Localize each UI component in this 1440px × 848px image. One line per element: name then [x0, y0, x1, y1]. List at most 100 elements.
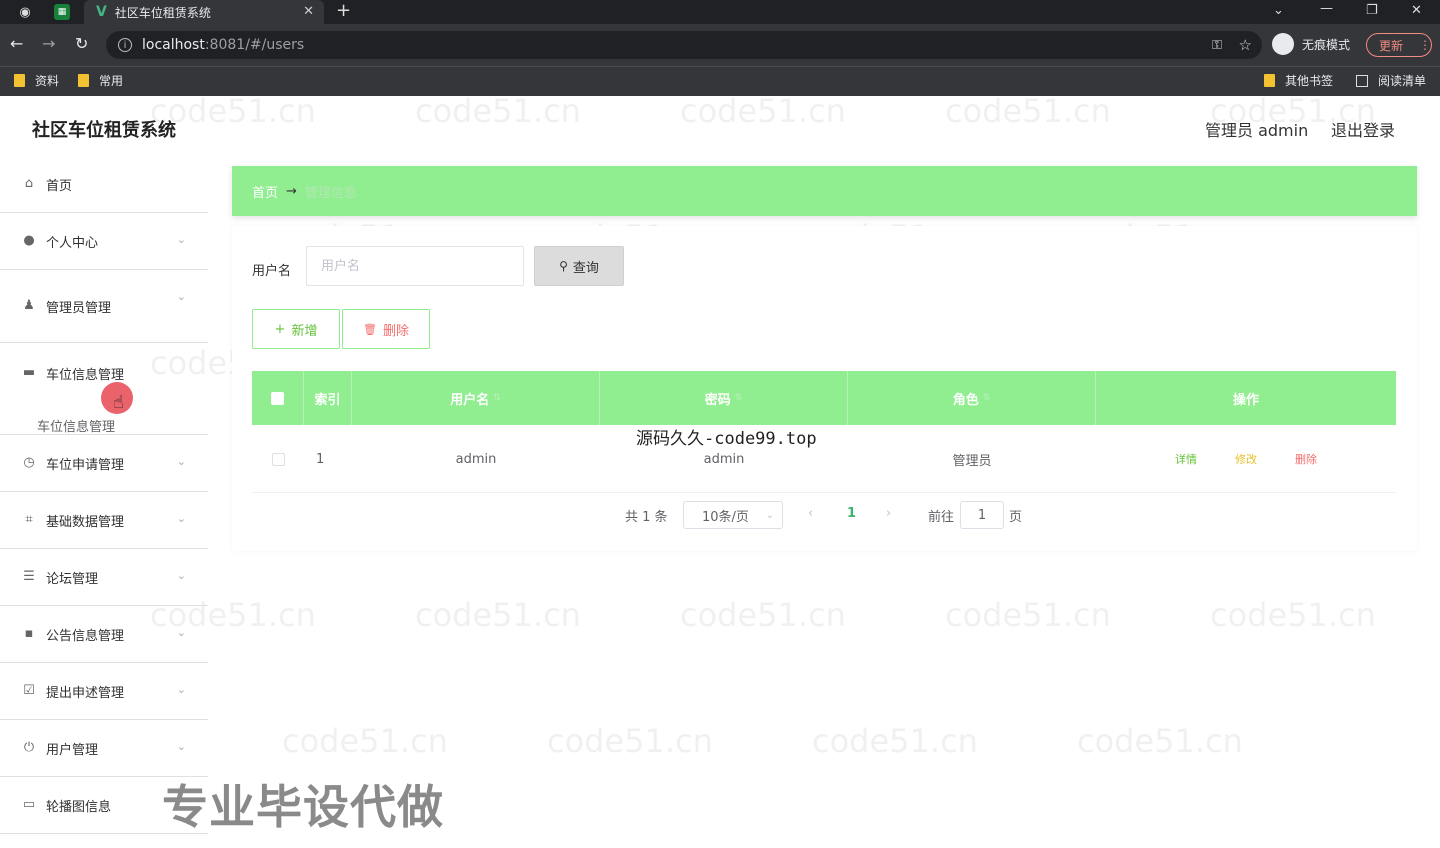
reload-icon[interactable]: ↻ — [75, 35, 88, 53]
carousel-icon: ▭ — [22, 797, 36, 812]
sidebar-item-apply[interactable]: ◷ 车位申请管理 ⌄ — [0, 435, 208, 492]
browser-tab-bar: ◉ ▦ V 社区车位租赁系统 ✕ + ⌄ — ❐ ✕ — [0, 0, 1440, 24]
search-button[interactable]: ⚲ 查询 — [534, 246, 624, 286]
sidebar-item-notice[interactable]: ▪ 公告信息管理 ⌄ — [0, 606, 208, 663]
column-header-role[interactable]: 角色 ⇅ — [848, 371, 1096, 425]
row-select[interactable] — [252, 425, 304, 493]
chevron-down-icon: ⌄ — [765, 509, 774, 521]
watermark-text: code51.cn — [945, 92, 1111, 130]
breadcrumb-home[interactable]: 首页 — [252, 182, 278, 201]
vue-logo-icon: V — [96, 4, 107, 20]
caption-big: 专业毕设代做 — [162, 780, 444, 834]
prev-page-icon[interactable]: ‹ — [808, 506, 813, 521]
goto-page-input[interactable] — [960, 501, 1004, 529]
sheets-tab-icon[interactable]: ▦ — [54, 4, 70, 20]
chevron-down-icon: ⌄ — [176, 455, 186, 468]
bookmark-folder-0[interactable]: 资料 — [14, 72, 59, 89]
column-header-actions: 操作 — [1096, 371, 1396, 425]
column-header-index: 索引 — [304, 371, 352, 425]
trash-icon: 🗑 — [363, 322, 377, 336]
sidebar-item-label: 轮播图信息 — [46, 799, 112, 815]
sort-icon[interactable]: ⇅ — [493, 393, 501, 403]
incognito-icon — [1272, 33, 1294, 55]
notice-icon: ▪ — [24, 626, 34, 641]
watermark-text: code51.cn — [945, 596, 1111, 634]
breadcrumb: 首页 → 管理信息 — [232, 166, 1417, 216]
sort-icon[interactable]: ⇅ — [735, 393, 743, 403]
update-label: 更新 — [1379, 38, 1404, 53]
logout-link[interactable]: 退出登录 — [1331, 117, 1395, 141]
column-label: 用户名 — [450, 392, 490, 408]
goto-label: 前往 — [928, 510, 955, 525]
sidebar-subitem-parking-info[interactable]: 车位信息管理 — [37, 416, 115, 435]
chevron-down-icon: ⌄ — [176, 233, 186, 246]
hand-cursor-icon: ☝ — [113, 392, 124, 413]
header-select-all[interactable] — [252, 371, 304, 425]
row-delete-link[interactable]: 删除 — [1295, 451, 1317, 467]
bookmark-star-icon[interactable]: ☆ — [1239, 36, 1252, 54]
chevron-down-icon: ⌄ — [176, 569, 186, 582]
watermark-text: code51.cn — [812, 722, 978, 760]
sidebar-item-users[interactable]: ⏻ 用户管理 ⌄ — [0, 720, 208, 777]
incognito-indicator[interactable]: 无痕模式 — [1272, 33, 1350, 55]
username-search-input[interactable] — [306, 246, 524, 286]
watermark-text: code51.cn — [547, 722, 713, 760]
sidebar-item-complaint[interactable]: ☑ 提出申述管理 ⌄ — [0, 663, 208, 720]
column-label: 索引 — [314, 392, 341, 408]
chevron-down-icon: ⌄ — [176, 683, 186, 696]
sidebar-item-profile[interactable]: ● 个人中心 ⌄ — [0, 213, 208, 270]
bookmark-label: 其他书签 — [1285, 74, 1334, 88]
sidebar-item-label: 公告信息管理 — [46, 628, 125, 644]
bookmarks-bar: 资料 常用 其他书签 阅读清单 — [0, 66, 1440, 96]
other-bookmarks[interactable]: 其他书签 — [1264, 72, 1333, 89]
page-size-select[interactable]: 10条/页 ⌄ — [683, 501, 783, 529]
update-button[interactable]: 更新 ⋮ — [1366, 33, 1432, 57]
minimize-icon[interactable]: — — [1320, 0, 1333, 18]
table-header: 索引 用户名 ⇅ 密码 ⇅ 角色 ⇅ 操作 — [252, 371, 1396, 425]
select-all-checkbox[interactable] — [271, 391, 284, 405]
batch-delete-button[interactable]: 🗑 删除 — [342, 309, 430, 349]
forward-icon[interactable]: → — [42, 35, 55, 53]
tab-search-icon[interactable]: ⌄ — [1273, 2, 1284, 20]
main-panel: 用户名 ⚲ 查询 + 新增 🗑 删除 索引 用户名⇅ 密码⇅ — [232, 226, 1417, 551]
tab-title: 社区车位租赁系统 — [114, 5, 211, 20]
detail-link[interactable]: 详情 — [1175, 451, 1197, 467]
search-button-label: 查询 — [572, 260, 599, 276]
chevron-down-icon: ⌄ — [176, 290, 186, 303]
power-icon: ⏻ — [23, 740, 35, 755]
sidebar-item-admin[interactable]: ♟ 管理员管理 ⌄ — [0, 270, 208, 343]
column-header-username[interactable]: 用户名 ⇅ — [352, 371, 600, 425]
watermark-text: code51.cn — [680, 92, 846, 130]
table-row: 1 admin admin 管理员 详情 修改 删除 — [252, 425, 1396, 493]
cell-username: admin — [455, 451, 497, 467]
browser-tab-active[interactable]: V 社区车位租赁系统 ✕ — [84, 0, 324, 24]
sidebar-item-forum[interactable]: ☰ 论坛管理 ⌄ — [0, 549, 208, 606]
add-button[interactable]: + 新增 — [252, 309, 340, 349]
sidebar-item-home[interactable]: ⌂ 首页 — [0, 156, 208, 213]
watermark-text: code51.cn — [415, 596, 581, 634]
reading-list[interactable]: 阅读清单 — [1356, 72, 1426, 89]
next-page-icon[interactable]: › — [886, 506, 891, 521]
bookmark-folder-1[interactable]: 常用 — [78, 72, 123, 89]
back-icon[interactable]: ← — [10, 35, 23, 53]
restore-icon[interactable]: ❐ — [1366, 2, 1378, 20]
close-window-icon[interactable]: ✕ — [1411, 2, 1422, 20]
sort-icon[interactable]: ⇅ — [983, 393, 991, 403]
row-checkbox[interactable] — [271, 452, 285, 466]
edit-link[interactable]: 修改 — [1235, 451, 1257, 467]
url-bar[interactable]: i localhost :8081/#/users ⚿ ☆ — [106, 31, 1262, 59]
sidebar-item-label: 基础数据管理 — [46, 514, 125, 530]
page-number-current[interactable]: 1 — [847, 506, 856, 521]
caption-top: 源码久久-code99.top — [636, 429, 817, 449]
watermark-text: code51.cn — [282, 722, 448, 760]
password-key-icon[interactable]: ⚿ — [1212, 38, 1222, 53]
sidebar-item-basedata[interactable]: ⌗ 基础数据管理 ⌄ — [0, 492, 208, 549]
folder-icon — [78, 74, 89, 87]
more-menu-icon[interactable]: ⋮ — [1419, 38, 1431, 52]
site-info-icon[interactable]: i — [118, 38, 132, 52]
sidebar-item-label: 管理员管理 — [46, 300, 112, 316]
tab-close-icon[interactable]: ✕ — [303, 4, 314, 19]
parking-icon: ▬ — [22, 365, 36, 380]
column-header-password[interactable]: 密码 ⇅ — [600, 371, 848, 425]
new-tab-icon[interactable]: + — [336, 0, 351, 22]
